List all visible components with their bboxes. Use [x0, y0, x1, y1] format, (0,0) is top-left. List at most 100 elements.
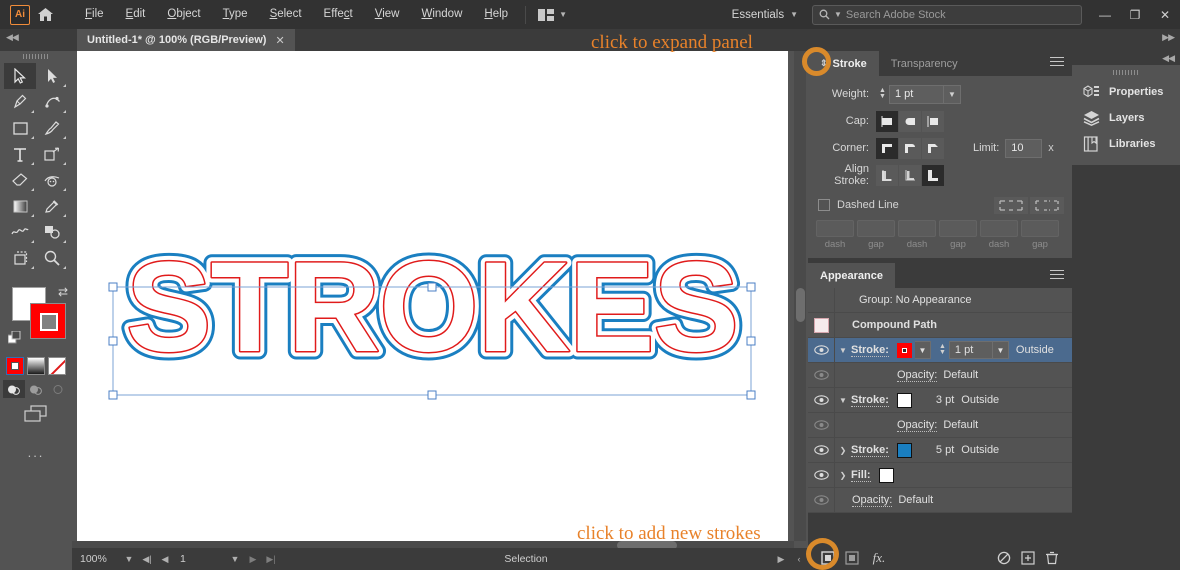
last-artboard-icon[interactable]: ▶|: [262, 554, 280, 565]
menu-help[interactable]: Help: [473, 0, 519, 29]
zoom-tool[interactable]: [36, 245, 68, 271]
appearance-row-stroke-1[interactable]: ▼ Stroke: ▼ ▲ ▼ 1 pt ▼ Outside: [808, 338, 1072, 363]
stroke-1-color-swatch[interactable]: [896, 342, 912, 358]
appearance-row-opacity-2[interactable]: Opacity: Default: [808, 413, 1072, 438]
dash-input-2[interactable]: [898, 220, 936, 237]
miter-join-button[interactable]: [876, 137, 898, 159]
fill-disclosure-icon[interactable]: ❯: [835, 471, 851, 480]
toolbar-grip[interactable]: [23, 54, 49, 59]
menu-effect[interactable]: Effect: [313, 0, 364, 29]
stroke-1-swatch-dropdown-icon[interactable]: ▼: [914, 341, 931, 359]
duplicate-item-button[interactable]: [1016, 548, 1040, 568]
eyedropper-tool[interactable]: [36, 193, 68, 219]
stroke-1-label[interactable]: Stroke:: [851, 344, 889, 357]
opacity-2-label[interactable]: Opacity:: [897, 419, 938, 432]
menu-view[interactable]: View: [364, 0, 411, 29]
shape-builder-tool[interactable]: [36, 219, 68, 245]
gap-input-1[interactable]: [857, 220, 895, 237]
fill-color-swatch[interactable]: [878, 467, 894, 483]
stroke-swatch[interactable]: [30, 303, 66, 339]
round-join-button[interactable]: [899, 137, 921, 159]
zoom-level-field[interactable]: 100%: [72, 553, 120, 565]
collapse-left-icon[interactable]: ◀◀: [6, 32, 19, 43]
stroke-1-disclosure-icon[interactable]: ▼: [835, 346, 851, 355]
maximize-icon[interactable]: ❐: [1120, 0, 1150, 29]
home-icon[interactable]: [30, 0, 60, 29]
swap-fill-stroke-icon[interactable]: ⇄: [58, 285, 68, 299]
previous-artboard-icon[interactable]: ◀: [156, 554, 174, 565]
first-artboard-icon[interactable]: ◀|: [138, 554, 156, 565]
draw-normal-button[interactable]: [3, 380, 25, 398]
curvature-tool[interactable]: [36, 89, 68, 115]
width-tool[interactable]: [36, 167, 68, 193]
menu-object[interactable]: Object: [156, 0, 211, 29]
compound-path-swatch[interactable]: [813, 317, 829, 333]
appearance-row-stroke-2[interactable]: ▼ Stroke: 3 pt Outside: [808, 388, 1072, 413]
artboard[interactable]: STROKES STROKES STROKES STROKES: [77, 51, 788, 541]
tab-appearance[interactable]: Appearance: [808, 263, 895, 288]
menu-select[interactable]: Select: [259, 0, 313, 29]
document-tab[interactable]: Untitled-1* @ 100% (RGB/Preview) ✕: [77, 29, 295, 51]
collapse-right-icon[interactable]: ▶▶: [1162, 32, 1175, 43]
appearance-panel-menu-icon[interactable]: [1050, 270, 1064, 282]
add-new-fill-button[interactable]: [840, 548, 864, 568]
stroke-2-visibility-icon[interactable]: [808, 395, 834, 405]
draw-inside-button[interactable]: [47, 380, 69, 398]
stroke-panel-menu-icon[interactable]: [1050, 57, 1064, 69]
preserve-exact-dash-button[interactable]: [994, 196, 1028, 214]
gradient-tool[interactable]: [4, 193, 36, 219]
type-tool[interactable]: [4, 141, 36, 167]
change-screen-mode-button[interactable]: [0, 405, 72, 423]
direct-selection-tool[interactable]: [36, 63, 68, 89]
draw-behind-button[interactable]: [25, 380, 47, 398]
search-scope-chevron-icon[interactable]: ▼: [834, 10, 842, 19]
opacity-1-visibility-icon[interactable]: [808, 370, 834, 380]
canvas-vertical-scrollbar[interactable]: [794, 51, 806, 541]
round-cap-button[interactable]: [899, 110, 921, 132]
stroke-1-visibility-icon[interactable]: [808, 345, 834, 355]
stroke-2-label[interactable]: Stroke:: [851, 394, 889, 407]
add-new-effect-button[interactable]: fx.: [864, 548, 894, 568]
canvas-area[interactable]: STROKES STROKES STROKES STROKES: [72, 51, 808, 548]
stroke-3-label[interactable]: Stroke:: [851, 444, 889, 457]
arrange-documents-button[interactable]: ▼: [532, 0, 573, 29]
align-center-button[interactable]: [876, 164, 898, 186]
align-inside-button[interactable]: [899, 164, 921, 186]
menu-file[interactable]: FFileile: [74, 0, 115, 29]
delete-item-button[interactable]: [1040, 548, 1064, 568]
appearance-row-fill[interactable]: ❯ Fill:: [808, 463, 1072, 488]
paintbrush-tool[interactable]: [36, 115, 68, 141]
symbol-sprayer-tool[interactable]: [4, 219, 36, 245]
opacity-3-label[interactable]: Opacity:: [852, 494, 893, 507]
fill-visibility-icon[interactable]: [808, 470, 834, 480]
canvas-vertical-scroll-thumb[interactable]: [796, 288, 805, 322]
gap-input-3[interactable]: [1021, 220, 1059, 237]
opacity-3-visibility-icon[interactable]: [808, 495, 834, 505]
close-icon[interactable]: ✕: [1150, 0, 1180, 29]
dock-item-layers[interactable]: Layers: [1072, 105, 1180, 131]
projecting-cap-button[interactable]: [922, 110, 944, 132]
stock-search-input[interactable]: ▼ Search Adobe Stock: [812, 4, 1082, 25]
color-mode-button[interactable]: [6, 357, 24, 375]
workspace-switcher[interactable]: Essentials: [726, 9, 790, 21]
opacity-1-label[interactable]: Opacity:: [897, 369, 938, 382]
stroke-2-color-swatch[interactable]: [896, 392, 912, 408]
weight-dropdown-icon[interactable]: ▼: [944, 84, 961, 104]
artboard-tool[interactable]: [4, 245, 36, 271]
appearance-row-group[interactable]: Group: No Appearance: [808, 288, 1072, 313]
dock-grip[interactable]: [1113, 70, 1139, 75]
dash-input-1[interactable]: [816, 220, 854, 237]
appearance-row-stroke-3[interactable]: ❯ Stroke: 5 pt Outside: [808, 438, 1072, 463]
bevel-join-button[interactable]: [922, 137, 944, 159]
limit-input[interactable]: 10: [1005, 138, 1043, 158]
free-transform-tool[interactable]: [36, 141, 68, 167]
weight-stepper[interactable]: ▲ ▼: [876, 85, 889, 104]
menu-window[interactable]: Window: [410, 0, 473, 29]
next-artboard-icon[interactable]: ▶: [244, 554, 262, 565]
dashed-line-checkbox[interactable]: [818, 199, 830, 211]
dock-item-libraries[interactable]: Libraries: [1072, 131, 1180, 157]
menu-type[interactable]: Type: [212, 0, 259, 29]
rectangle-tool[interactable]: [4, 115, 36, 141]
app-logo-icon[interactable]: Ai: [10, 4, 30, 25]
gradient-mode-button[interactable]: [27, 357, 45, 375]
